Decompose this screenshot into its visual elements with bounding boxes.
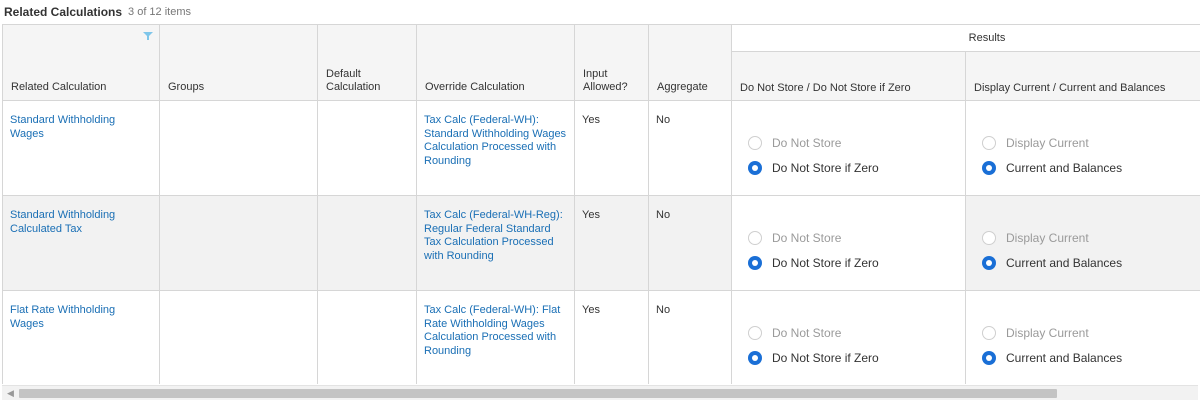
horizontal-scrollbar[interactable]: ◀ [2, 385, 1198, 400]
related-calculation-link[interactable]: Standard Withholding Calculated Tax [10, 209, 115, 235]
radio-unselected-icon[interactable] [748, 326, 762, 340]
display-radio-option[interactable]: Display Current [982, 228, 1200, 248]
related-calculation-link[interactable]: Flat Rate Withholding Wages [10, 304, 115, 330]
default-calculation-cell [317, 195, 417, 291]
display-radio-group: Display Current Current and Balances [966, 291, 1200, 368]
groups-cell [159, 195, 318, 291]
grid-body: Standard Withholding Wages Tax Calc (Fede… [2, 100, 1200, 384]
related-calculation-cell: Standard Withholding Calculated Tax [2, 195, 160, 291]
radio-selected-icon[interactable] [748, 161, 762, 175]
column-header-related-calculation[interactable]: Related Calculation [2, 24, 160, 101]
related-calculations-grid: Related Calculation Groups Default Calcu… [2, 24, 1200, 384]
grid-title-bar: Related Calculations 3 of 12 items [0, 0, 1200, 24]
column-header-groups[interactable]: Groups [159, 24, 318, 101]
override-calculation-link[interactable]: Tax Calc (Federal-WH): Flat Rate Withhol… [424, 304, 560, 357]
display-cell: Display Current Current and Balances [965, 100, 1200, 196]
column-header-aggregate[interactable]: Aggregate [648, 24, 732, 101]
store-radio-group: Do Not Store Do Not Store if Zero [732, 196, 965, 273]
display-cell: Display Current Current and Balances [965, 290, 1200, 384]
radio-selected-icon[interactable] [982, 256, 996, 270]
radio-unselected-icon[interactable] [748, 136, 762, 150]
aggregate-cell: No [648, 100, 732, 196]
related-calculation-link[interactable]: Standard Withholding Wages [10, 114, 115, 140]
table-row: Standard Withholding Wages Tax Calc (Fede… [2, 100, 1200, 196]
column-header-display[interactable]: Display Current / Current and Balances [965, 51, 1200, 101]
related-calculation-cell: Flat Rate Withholding Wages [2, 290, 160, 384]
radio-unselected-icon[interactable] [982, 231, 996, 245]
radio-selected-icon[interactable] [982, 351, 996, 365]
radio-unselected-icon[interactable] [982, 136, 996, 150]
default-calculation-cell [317, 100, 417, 196]
radio-unselected-icon[interactable] [982, 326, 996, 340]
related-calculations-table: Related Calculation Groups Default Calcu… [2, 24, 1200, 384]
column-header-store[interactable]: Do Not Store / Do Not Store if Zero [731, 51, 966, 101]
store-cell: Do Not Store Do Not Store if Zero [731, 195, 966, 291]
input-allowed-cell: Yes [574, 290, 649, 384]
groups-cell [159, 100, 318, 196]
radio-unselected-icon[interactable] [748, 231, 762, 245]
store-radio-option[interactable]: Do Not Store [748, 133, 965, 153]
store-radio-option[interactable]: Do Not Store [748, 228, 965, 248]
input-allowed-cell: Yes [574, 195, 649, 291]
table-row: Standard Withholding Calculated Tax Tax C… [2, 195, 1200, 291]
display-radio-group: Display Current Current and Balances [966, 101, 1200, 178]
related-calculation-cell: Standard Withholding Wages [2, 100, 160, 196]
item-count: 3 of 12 items [128, 6, 192, 18]
column-group-header-results: Results [731, 24, 1200, 53]
override-calculation-link[interactable]: Tax Calc (Federal-WH-Reg): Regular Feder… [424, 209, 563, 262]
display-cell: Display Current Current and Balances [965, 195, 1200, 291]
radio-selected-icon[interactable] [748, 256, 762, 270]
display-radio-group: Display Current Current and Balances [966, 196, 1200, 273]
store-radio-option[interactable]: Do Not Store [748, 323, 965, 343]
override-calculation-cell: Tax Calc (Federal-WH-Reg): Regular Feder… [416, 195, 575, 291]
default-calculation-cell [317, 290, 417, 384]
display-radio-option[interactable]: Current and Balances [982, 158, 1200, 178]
radio-selected-icon[interactable] [982, 161, 996, 175]
display-radio-option[interactable]: Current and Balances [982, 348, 1200, 368]
groups-cell [159, 290, 318, 384]
column-header-default-calculation[interactable]: Default Calculation [317, 24, 417, 101]
radio-selected-icon[interactable] [748, 351, 762, 365]
store-radio-group: Do Not Store Do Not Store if Zero [732, 101, 965, 178]
override-calculation-cell: Tax Calc (Federal-WH): Flat Rate Withhol… [416, 290, 575, 384]
input-allowed-cell: Yes [574, 100, 649, 196]
table-row: Flat Rate Withholding Wages Tax Calc (Fed… [2, 290, 1200, 384]
aggregate-cell: No [648, 195, 732, 291]
override-calculation-link[interactable]: Tax Calc (Federal-WH): Standard Withhold… [424, 114, 566, 167]
display-radio-option[interactable]: Display Current [982, 133, 1200, 153]
store-radio-group: Do Not Store Do Not Store if Zero [732, 291, 965, 368]
scrollbar-thumb[interactable] [19, 389, 1057, 398]
display-radio-option[interactable]: Display Current [982, 323, 1200, 343]
store-radio-option[interactable]: Do Not Store if Zero [748, 158, 965, 178]
column-header-input-allowed[interactable]: Input Allowed? [574, 24, 649, 101]
grid-title: Related Calculations [4, 5, 123, 19]
override-calculation-cell: Tax Calc (Federal-WH): Standard Withhold… [416, 100, 575, 196]
column-header-override-calculation[interactable]: Override Calculation [416, 24, 575, 101]
store-cell: Do Not Store Do Not Store if Zero [731, 100, 966, 196]
store-radio-option[interactable]: Do Not Store if Zero [748, 348, 965, 368]
store-radio-option[interactable]: Do Not Store if Zero [748, 253, 965, 273]
filter-icon[interactable] [143, 31, 153, 41]
aggregate-cell: No [648, 290, 732, 384]
display-radio-option[interactable]: Current and Balances [982, 253, 1200, 273]
store-cell: Do Not Store Do Not Store if Zero [731, 290, 966, 384]
chevron-left-icon[interactable]: ◀ [7, 388, 14, 399]
